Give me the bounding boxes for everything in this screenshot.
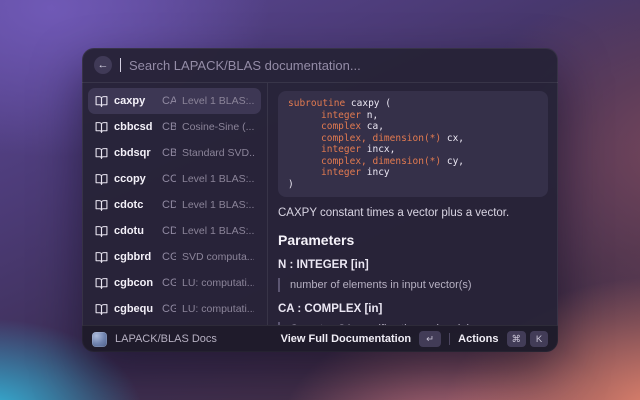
- open-book-icon: [95, 95, 108, 108]
- app-name-label: LAPACK/BLAS Docs: [115, 333, 273, 345]
- return-key-icon: ↵: [419, 331, 441, 347]
- routine-category: Standard SVD...: [182, 147, 254, 159]
- routine-category: LU: computati...: [182, 277, 254, 289]
- code-keyword: complex, dimension(*): [321, 156, 447, 167]
- open-book-icon: [95, 303, 108, 316]
- code-line: integer incx,: [321, 144, 538, 156]
- code-keyword: integer: [321, 144, 367, 155]
- routine-category: SVD computa...: [182, 251, 254, 263]
- command-key-icon: ⌘: [507, 331, 527, 347]
- routine-name: cgbcon: [114, 277, 156, 289]
- detail-panel: subroutine caxpy (integer n,complex ca,c…: [268, 83, 558, 325]
- routine-name: cgbbrd: [114, 251, 156, 263]
- routine-subtitle: CGBE...: [162, 303, 176, 315]
- routine-subtitle: CBBC...: [162, 121, 176, 133]
- open-book-icon: [95, 277, 108, 290]
- routine-subtitle: CCOPY...: [162, 173, 176, 185]
- routine-subtitle: CBDS...: [162, 147, 176, 159]
- open-book-icon: [95, 199, 108, 212]
- routine-category: Level 1 BLAS:...: [182, 199, 254, 211]
- routine-category: Level 1 BLAS:...: [182, 173, 254, 185]
- code-line: ): [288, 179, 538, 191]
- routine-subtitle: CDOTC...: [162, 199, 176, 211]
- code-line: complex, dimension(*) cx,: [321, 133, 538, 145]
- code-identifier: incy: [367, 167, 390, 178]
- view-full-documentation-button[interactable]: View Full Documentation: [281, 333, 412, 345]
- routine-name: caxpy: [114, 95, 156, 107]
- result-row-ccopy[interactable]: ccopy CCOPY... Level 1 BLAS:...: [88, 166, 261, 192]
- search-input[interactable]: [129, 58, 546, 73]
- routine-name: cgbequ: [114, 303, 156, 315]
- routine-name: cbdsqr: [114, 147, 156, 159]
- code-keyword: complex: [321, 121, 367, 132]
- code-keyword: integer: [321, 167, 367, 178]
- app-logo-icon: [92, 332, 107, 347]
- result-row-cdotc[interactable]: cdotc CDOTC... Level 1 BLAS:...: [88, 192, 261, 218]
- routine-description: CAXPY constant times a vector plus a vec…: [278, 207, 548, 219]
- k-key-icon: K: [530, 331, 548, 347]
- routine-category: Cosine-Sine (...: [182, 121, 254, 133]
- open-book-icon: [95, 121, 108, 134]
- parameter-name: CA : COMPLEX [in]: [278, 303, 548, 315]
- back-button[interactable]: ←: [94, 56, 112, 74]
- code-identifier: incx,: [367, 144, 396, 155]
- result-row-cbdsqr[interactable]: cbdsqr CBDS... Standard SVD...: [88, 140, 261, 166]
- result-row-cbbcsd[interactable]: cbbcsd CBBC... Cosine-Sine (...: [88, 114, 261, 140]
- code-identifier: n,: [367, 110, 378, 121]
- code-line: integer incy: [321, 167, 538, 179]
- actions-shortcut-keys: ⌘K: [507, 331, 549, 347]
- routine-name: cdotu: [114, 225, 156, 237]
- open-book-icon: [95, 251, 108, 264]
- routine-name: ccopy: [114, 173, 156, 185]
- routine-category: Level 1 BLAS:...: [182, 95, 254, 107]
- routine-subtitle: CGBC...: [162, 277, 176, 289]
- parameters-list: N : INTEGER [in] number of elements in in…: [278, 259, 548, 325]
- result-row-cdotu[interactable]: cdotu CDOTU... Level 1 BLAS:...: [88, 218, 261, 244]
- open-book-icon: [95, 147, 108, 160]
- routine-name: cdotc: [114, 199, 156, 211]
- footer-bar: LAPACK/BLAS Docs View Full Documentation…: [82, 325, 558, 352]
- result-row-cgbbrd[interactable]: cgbbrd CGBBR... SVD computa...: [88, 244, 261, 270]
- code-keyword: complex, dimension(*): [321, 133, 447, 144]
- code-identifier: ): [288, 179, 294, 190]
- code-identifier: ca,: [367, 121, 384, 132]
- code-identifier: cx,: [447, 133, 464, 144]
- open-book-icon: [95, 225, 108, 238]
- result-row-cgbcon[interactable]: cgbcon CGBC... LU: computati...: [88, 270, 261, 296]
- code-identifier: cy,: [447, 156, 464, 167]
- routine-category: Level 1 BLAS:...: [182, 225, 254, 237]
- desktop-background: { "window": { "search": { "back_icon": "…: [0, 0, 640, 400]
- content-area: caxpy CAXPY... Level 1 BLAS:... cbbcsd CBBC.…: [82, 83, 558, 325]
- open-book-icon: [95, 173, 108, 186]
- result-row-cgbequ[interactable]: cgbequ CGBE... LU: computati...: [88, 296, 261, 322]
- parameter-name: N : INTEGER [in]: [278, 259, 548, 271]
- actions-button[interactable]: Actions: [458, 333, 498, 345]
- results-list: caxpy CAXPY... Level 1 BLAS:... cbbcsd CBBC.…: [82, 83, 268, 325]
- code-line: integer n,: [321, 110, 538, 122]
- parameter-description: number of elements in input vector(s): [278, 278, 548, 292]
- code-keyword: integer: [321, 110, 367, 121]
- code-line: complex, dimension(*) cy,: [321, 156, 538, 168]
- footer-divider: [449, 333, 450, 345]
- result-row-caxpy[interactable]: caxpy CAXPY... Level 1 BLAS:...: [88, 88, 261, 114]
- routine-name: cbbcsd: [114, 121, 156, 133]
- code-identifier: caxpy (: [351, 98, 391, 109]
- command-palette-window: ← caxpy CAXPY... Level 1 BLAS:... cbbcsd CBB…: [82, 48, 558, 352]
- code-line: complex ca,: [321, 121, 538, 133]
- routine-subtitle: CGBBR...: [162, 251, 176, 263]
- code-line: subroutine caxpy (: [288, 98, 538, 110]
- routine-subtitle: CDOTU...: [162, 225, 176, 237]
- code-signature-block: subroutine caxpy (integer n,complex ca,c…: [278, 91, 548, 197]
- routine-category: LU: computati...: [182, 303, 254, 315]
- routine-subtitle: CAXPY...: [162, 95, 176, 107]
- text-caret: [120, 58, 121, 72]
- search-bar: ←: [82, 48, 558, 83]
- parameters-heading: Parameters: [278, 232, 548, 248]
- code-keyword: subroutine: [288, 98, 351, 109]
